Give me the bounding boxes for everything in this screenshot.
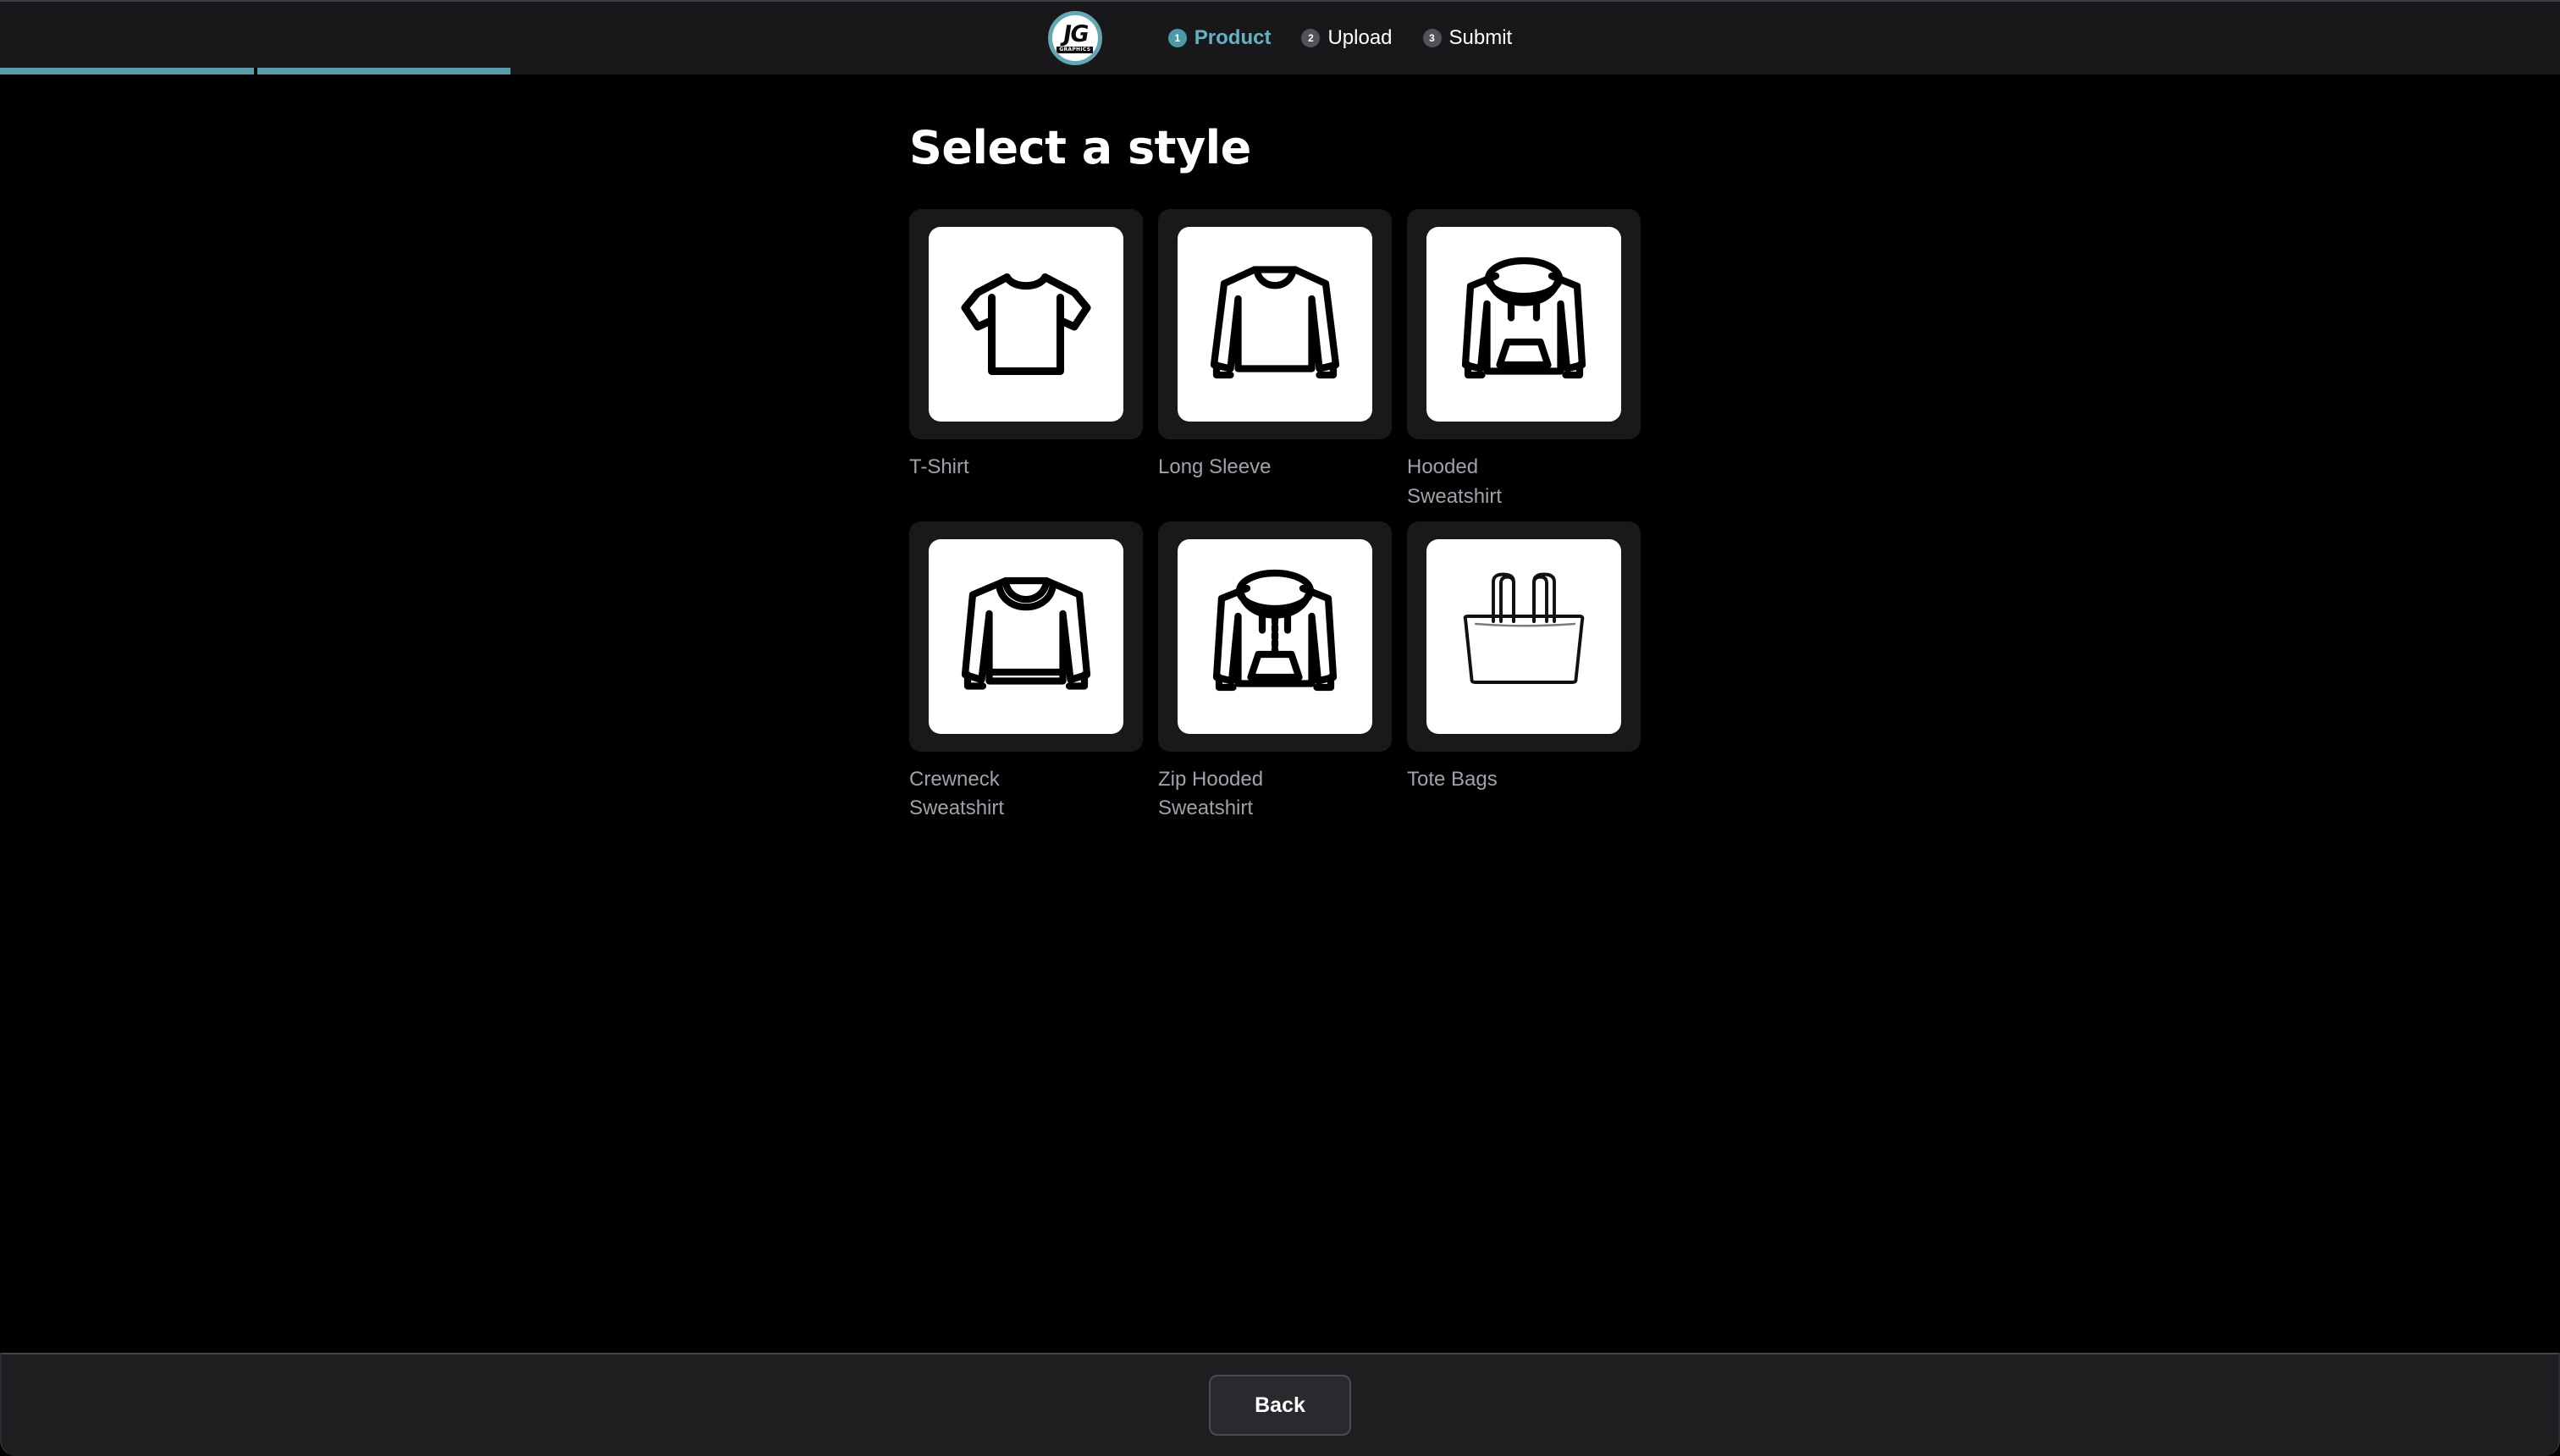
step-number-badge: 3 (1423, 29, 1442, 47)
step-indicator: 1 Product 2 Upload 3 Submit (1168, 26, 1512, 50)
style-label: Zip Hooded Sweatshirt (1158, 765, 1285, 825)
progress-segment-1 (0, 68, 254, 74)
tote-bag-icon (1426, 539, 1621, 734)
style-label: Hooded Sweatshirt (1407, 453, 1551, 512)
style-thumb (1407, 209, 1641, 439)
logo-subtext: GRAPHICS (1057, 47, 1093, 53)
header-inner: JG GRAPHICS 1 Product 2 Upload 3 Submit (0, 2, 2560, 74)
style-card-zip-hooded-sweatshirt[interactable]: Zip Hooded Sweatshirt (1158, 521, 1392, 825)
style-label: Crewneck Sweatshirt (909, 765, 1036, 825)
style-thumb (1407, 521, 1641, 752)
jg-graphics-logo-icon[interactable]: JG GRAPHICS (1048, 11, 1102, 65)
step-number-badge: 2 (1301, 29, 1320, 47)
style-grid: T-Shirt (909, 209, 1647, 824)
back-button[interactable]: Back (1209, 1375, 1351, 1436)
style-thumb (1158, 521, 1392, 752)
style-card-tshirt[interactable]: T-Shirt (909, 209, 1143, 512)
style-thumb (909, 209, 1143, 439)
step-label: Submit (1449, 26, 1513, 50)
page-title: Select a style (909, 125, 1671, 171)
main-content: Select a style T- (0, 74, 2560, 1353)
style-card-tote-bags[interactable]: Tote Bags (1407, 521, 1641, 825)
style-thumb (1158, 209, 1392, 439)
logo-monogram: JG (1062, 23, 1089, 46)
step-upload[interactable]: 2 Upload (1301, 26, 1392, 50)
style-card-crewneck-sweatshirt[interactable]: Crewneck Sweatshirt (909, 521, 1143, 825)
step-number-badge: 1 (1168, 29, 1187, 47)
hoodie-icon (1426, 227, 1621, 422)
app-header: JG GRAPHICS 1 Product 2 Upload 3 Submit (0, 0, 2560, 74)
step-submit[interactable]: 3 Submit (1423, 26, 1513, 50)
crewneck-icon (929, 539, 1123, 734)
long-sleeve-icon (1178, 227, 1372, 422)
progress-bar (0, 68, 2560, 74)
tshirt-icon (929, 227, 1123, 422)
style-label: Tote Bags (1407, 765, 1534, 795)
zip-hoodie-icon (1178, 539, 1372, 734)
style-label: T-Shirt (909, 453, 1053, 483)
style-thumb (909, 521, 1143, 752)
app-footer: Back (0, 1353, 2560, 1456)
content-column: Select a style T- (909, 125, 1671, 824)
step-label: Product (1194, 26, 1272, 50)
style-selector-app: JG GRAPHICS 1 Product 2 Upload 3 Submit (0, 0, 2560, 1456)
step-label: Upload (1327, 26, 1392, 50)
style-label: Long Sleeve (1158, 453, 1302, 483)
style-card-hooded-sweatshirt[interactable]: Hooded Sweatshirt (1407, 209, 1641, 512)
progress-segment-2 (257, 68, 510, 74)
step-product[interactable]: 1 Product (1168, 26, 1272, 50)
style-card-long-sleeve[interactable]: Long Sleeve (1158, 209, 1392, 512)
